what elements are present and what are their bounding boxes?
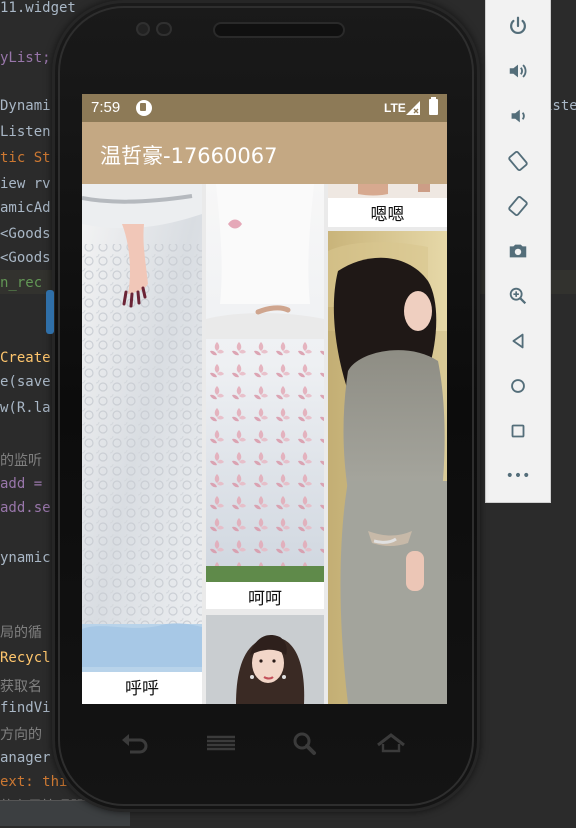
network-type-label: LTE [384, 101, 406, 115]
volume-down-button[interactable] [502, 100, 534, 132]
code-line: Recycl [0, 650, 51, 666]
search-icon [293, 732, 316, 755]
rotate-left-button[interactable] [502, 145, 534, 177]
code-line: Dynami [0, 98, 51, 114]
staggered-grid[interactable]: 呼呼 呵呵 嗯嗯 [82, 184, 447, 704]
app-bar: 温哲豪-17660067 [82, 122, 447, 184]
zoom-button[interactable] [502, 280, 534, 312]
camera-icon [509, 244, 527, 258]
more-button[interactable]: ••• [502, 460, 534, 492]
power-button[interactable] [502, 10, 534, 42]
screenshot-button[interactable] [502, 235, 534, 267]
rotate-right-icon [508, 195, 528, 217]
grid-card[interactable]: 呵呵 [206, 184, 324, 609]
rotate-left-icon [508, 150, 528, 172]
nav-search-button[interactable] [287, 728, 323, 758]
code-line: e(save [0, 374, 51, 390]
code-line: amicAd [0, 200, 51, 216]
proximity-sensor [158, 24, 170, 34]
partial-photo [328, 184, 447, 198]
code-line: tic St [0, 150, 51, 166]
emulator-toolbar: ••• [485, 0, 551, 503]
grid-card[interactable]: 嗯嗯 [328, 184, 447, 227]
more-icon: ••• [505, 468, 531, 484]
nav-back-button[interactable] [116, 728, 152, 758]
phone-nav-bar [100, 720, 430, 770]
volume-down-icon [511, 109, 525, 123]
zoom-icon [509, 287, 527, 305]
app-title: 温哲豪-17660067 [100, 144, 278, 168]
volume-up-icon [509, 64, 527, 78]
card-label: 呼呼 [125, 679, 159, 699]
phone-screen: 7:59 LTE 温哲豪-17660067 呼呼 呵呵 嗯嗯 [82, 94, 447, 704]
white-floral-dress-photo [206, 184, 324, 582]
earpiece-speaker [215, 24, 343, 36]
volume-up-button[interactable] [502, 55, 534, 87]
overview-square-icon [511, 424, 525, 438]
code-line: 的监听 [0, 453, 42, 469]
phone-side-key[interactable] [46, 290, 54, 334]
code-line: add = [0, 476, 43, 492]
battery-icon [429, 97, 438, 115]
grid-card[interactable] [206, 615, 324, 704]
nav-menu-button[interactable] [203, 728, 239, 758]
grid-card[interactable]: 呼呼 [82, 184, 202, 704]
menu-lines-icon [207, 735, 235, 751]
code-line: <Goods [0, 226, 51, 242]
grid-card[interactable] [328, 231, 447, 704]
card-label: 呵呵 [248, 589, 282, 609]
woman-portrait-photo [206, 615, 324, 704]
front-camera [138, 24, 148, 34]
code-line: add.se [0, 500, 51, 516]
code-line: ynamic [0, 550, 51, 566]
status-bar: 7:59 LTE [82, 94, 447, 122]
home-circle-icon [511, 379, 525, 393]
back-arrow-icon [122, 734, 148, 754]
status-time: 7:59 [91, 99, 121, 116]
code-line: <Goods [0, 250, 51, 266]
nav-home-button[interactable] [373, 728, 409, 758]
code-line: 局的循 [0, 625, 42, 641]
overview-button[interactable] [502, 415, 534, 447]
card-label: 嗯嗯 [370, 205, 405, 225]
code-line: n_rec [0, 275, 43, 291]
rotate-right-button[interactable] [502, 190, 534, 222]
grey-dress-woman-photo [328, 231, 447, 704]
code-line: iew rv [0, 176, 51, 192]
code-line: 方向的 [0, 727, 42, 743]
back-button[interactable] [502, 325, 534, 357]
code-line: 11.widget [0, 0, 76, 16]
white-lace-dress-photo [82, 184, 202, 672]
code-line: w(R.la [0, 400, 51, 416]
back-triangle-icon [512, 333, 524, 349]
notification-app-icon [136, 100, 152, 116]
code-line: findVi [0, 700, 51, 716]
code-line: Create [0, 350, 51, 366]
code-line: yList; [0, 50, 51, 66]
code-line: anager [0, 750, 51, 766]
home-button[interactable] [502, 370, 534, 402]
power-icon [510, 16, 526, 35]
code-line: 获取名 [0, 679, 42, 695]
code-line: Listen [0, 124, 51, 140]
home-icon [377, 733, 405, 753]
signal-icon [406, 101, 420, 115]
